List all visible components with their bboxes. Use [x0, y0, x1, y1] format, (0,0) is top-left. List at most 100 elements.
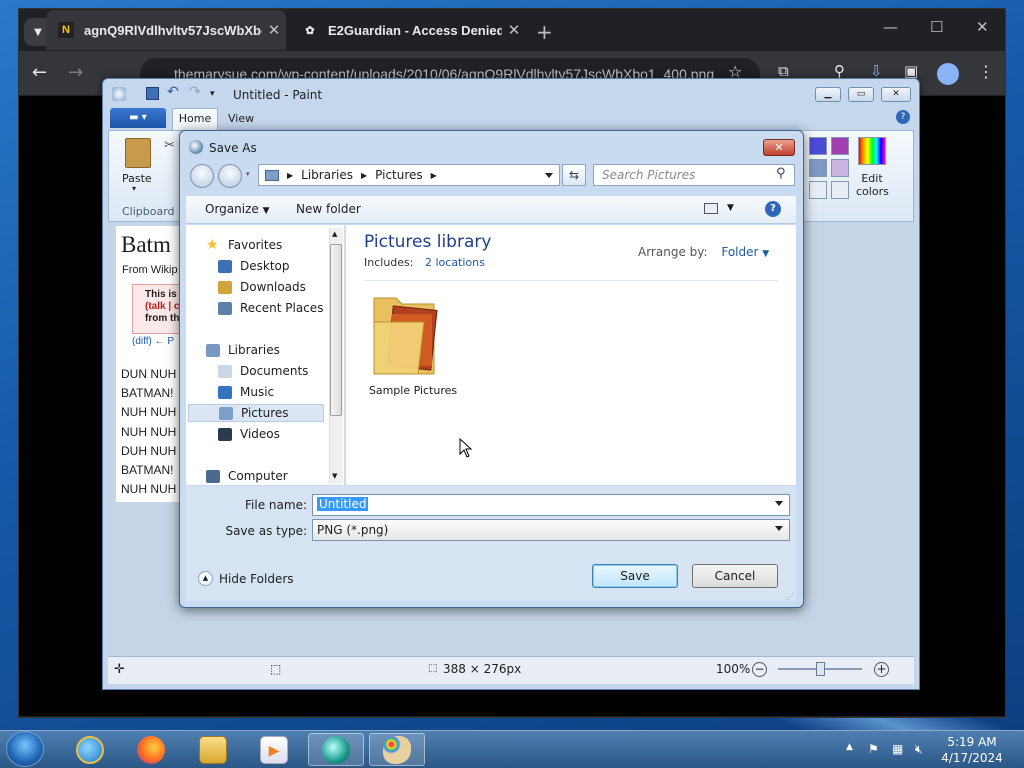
taskbar-firefox[interactable]	[123, 733, 179, 766]
cancel-button[interactable]: Cancel	[692, 564, 778, 588]
back-button[interactable]	[190, 164, 214, 188]
quick-save-icon[interactable]	[146, 87, 159, 100]
tab-e2guardian[interactable]: ✿ E2Guardian - Access Denied ✕	[290, 10, 526, 50]
profile-avatar-icon[interactable]	[937, 63, 959, 85]
redo-icon[interactable]: ↷	[189, 84, 201, 100]
forward-icon[interactable]: →	[68, 62, 83, 83]
network-icon[interactable]: ▦	[892, 742, 903, 756]
close-tab-icon[interactable]: ✕	[502, 21, 526, 39]
locations-link[interactable]: 2 locations	[425, 256, 485, 269]
zoom-out-icon[interactable]: −	[752, 662, 767, 677]
nav-item-label: Music	[240, 385, 275, 399]
file-name-dropdown-icon[interactable]	[775, 501, 783, 506]
clock[interactable]: 5:19 AM 4/17/2024	[940, 734, 1004, 766]
back-icon[interactable]: ←	[32, 62, 47, 83]
arrange-by-dropdown[interactable]: Folder	[721, 245, 758, 259]
close-window-icon[interactable]: ✕	[976, 18, 989, 36]
nav-item-libraries[interactable]: Libraries	[188, 341, 324, 359]
color-swatch[interactable]	[809, 181, 827, 199]
nav-item-music[interactable]: Music	[188, 383, 324, 401]
breadcrumb[interactable]: ▶ Libraries ▶ Pictures ▶	[258, 164, 560, 186]
nav-item-videos[interactable]: Videos	[188, 425, 324, 443]
sample-pictures-folder-icon[interactable]	[372, 290, 438, 378]
edit-colors-label[interactable]: Edit colors	[856, 172, 889, 198]
nav-item-computer[interactable]: Computer	[188, 467, 324, 485]
resize-grip-icon[interactable]: ⋰	[786, 592, 794, 601]
nav-item-recent-places[interactable]: Recent Places	[188, 299, 324, 317]
color-swatch[interactable]	[831, 159, 849, 177]
save-type-dropdown-icon[interactable]	[775, 526, 783, 531]
taskbar-explorer[interactable]	[185, 733, 241, 766]
ribbon-tab-home[interactable]: Home	[172, 108, 218, 130]
address-dropdown-icon[interactable]	[545, 173, 553, 178]
e2guardian-favicon-icon: ✿	[305, 24, 315, 37]
taskbar-ie[interactable]	[62, 733, 118, 766]
refresh-icon[interactable]: ⇆	[562, 164, 586, 186]
paste-icon[interactable]	[125, 138, 151, 168]
paste-dropdown-icon[interactable]: ▾	[132, 184, 136, 193]
dialog-close-button[interactable]: ✕	[763, 139, 795, 156]
help-icon[interactable]: ?	[765, 201, 781, 217]
color-swatch[interactable]	[809, 159, 827, 177]
search-icon[interactable]: ⚲	[776, 166, 786, 181]
paint-close-icon[interactable]: ✕	[881, 87, 911, 102]
maximize-icon[interactable]: ☐	[930, 18, 943, 36]
new-folder-button[interactable]: New folder	[296, 202, 361, 216]
view-dropdown-icon[interactable]: ▼	[727, 203, 734, 213]
recent-pages-icon[interactable]: ▾	[246, 170, 250, 178]
nav-item-documents[interactable]: Documents	[188, 362, 324, 380]
paint-help-icon[interactable]: ?	[896, 110, 910, 124]
paste-button-label[interactable]: Paste	[122, 172, 152, 185]
undo-icon[interactable]: ↶	[167, 84, 179, 100]
videos-icon	[218, 427, 232, 441]
view-options-icon[interactable]	[704, 203, 718, 214]
save-button[interactable]: Save	[592, 564, 678, 588]
nav-item-desktop[interactable]: Desktop	[188, 257, 324, 275]
sample-pictures-label[interactable]: Sample Pictures	[366, 384, 460, 397]
taskbar-app-active[interactable]	[308, 733, 364, 766]
edit-colors-icon[interactable]	[858, 137, 886, 165]
customize-qat-icon[interactable]: ▾	[210, 89, 215, 99]
color-swatch[interactable]	[809, 137, 827, 155]
search-input[interactable]: Search Pictures	[593, 164, 795, 186]
taskbar-media-player[interactable]: ▶	[246, 733, 302, 766]
nav-item-downloads[interactable]: Downloads	[188, 278, 324, 296]
zoom-slider-thumb[interactable]	[816, 662, 825, 676]
breadcrumb-arrow-icon[interactable]: ▶	[361, 171, 367, 180]
taskbar-paint[interactable]	[369, 733, 425, 766]
paint-canvas[interactable]: Batm From Wikip This is (talk | c from t…	[116, 226, 186, 502]
arrange-dropdown-icon[interactable]: ▼	[762, 249, 769, 259]
new-tab-button[interactable]: +	[536, 20, 553, 44]
breadcrumb-pictures[interactable]: Pictures	[375, 168, 423, 182]
forward-button[interactable]	[218, 164, 242, 188]
paint-minimize-icon[interactable]: ▁	[815, 87, 841, 102]
save-type-select[interactable]: PNG (*.png)	[312, 519, 790, 541]
breadcrumb-arrow-icon[interactable]: ▶	[287, 171, 293, 180]
hide-folders-button[interactable]: ▲ Hide Folders	[198, 571, 294, 586]
close-tab-icon[interactable]: ✕	[262, 21, 286, 39]
color-swatch[interactable]	[831, 181, 849, 199]
nav-scrollbar-thumb[interactable]	[330, 244, 342, 416]
nav-item-pictures[interactable]: Pictures	[188, 404, 324, 422]
start-button[interactable]	[6, 731, 44, 767]
action-center-flag-icon[interactable]: ⚑	[868, 742, 879, 756]
menu-kebab-icon[interactable]: ⋮	[978, 62, 994, 81]
tab-image[interactable]: N agnQ9RlVdlhvltv57JscWbXbo1_400.png ✕	[46, 10, 286, 50]
nav-item-favorites[interactable]: ★ Favorites	[188, 236, 324, 254]
breadcrumb-arrow-icon[interactable]: ▶	[431, 171, 437, 180]
paint-file-menu-button[interactable]: ▬ ▾	[110, 108, 166, 128]
paint-maximize-icon[interactable]: ▭	[848, 87, 874, 102]
arrange-by-label: Arrange by:	[638, 245, 708, 259]
scroll-down-icon[interactable]: ▼	[332, 472, 337, 480]
ribbon-tab-view[interactable]: View	[228, 112, 254, 125]
scroll-up-icon[interactable]: ▲	[332, 230, 337, 238]
show-hidden-icons[interactable]: ▲	[846, 742, 853, 752]
zoom-in-icon[interactable]: +	[874, 662, 889, 677]
organize-button[interactable]: Organize ▼	[205, 202, 270, 216]
cut-icon[interactable]: ✂	[164, 138, 175, 153]
color-swatch[interactable]	[831, 137, 849, 155]
volume-muted-icon[interactable]: 🔇︎	[915, 742, 923, 757]
minimize-icon[interactable]: —	[883, 18, 898, 36]
file-name-input[interactable]: Untitled	[312, 494, 790, 516]
breadcrumb-libraries[interactable]: Libraries	[301, 168, 353, 182]
